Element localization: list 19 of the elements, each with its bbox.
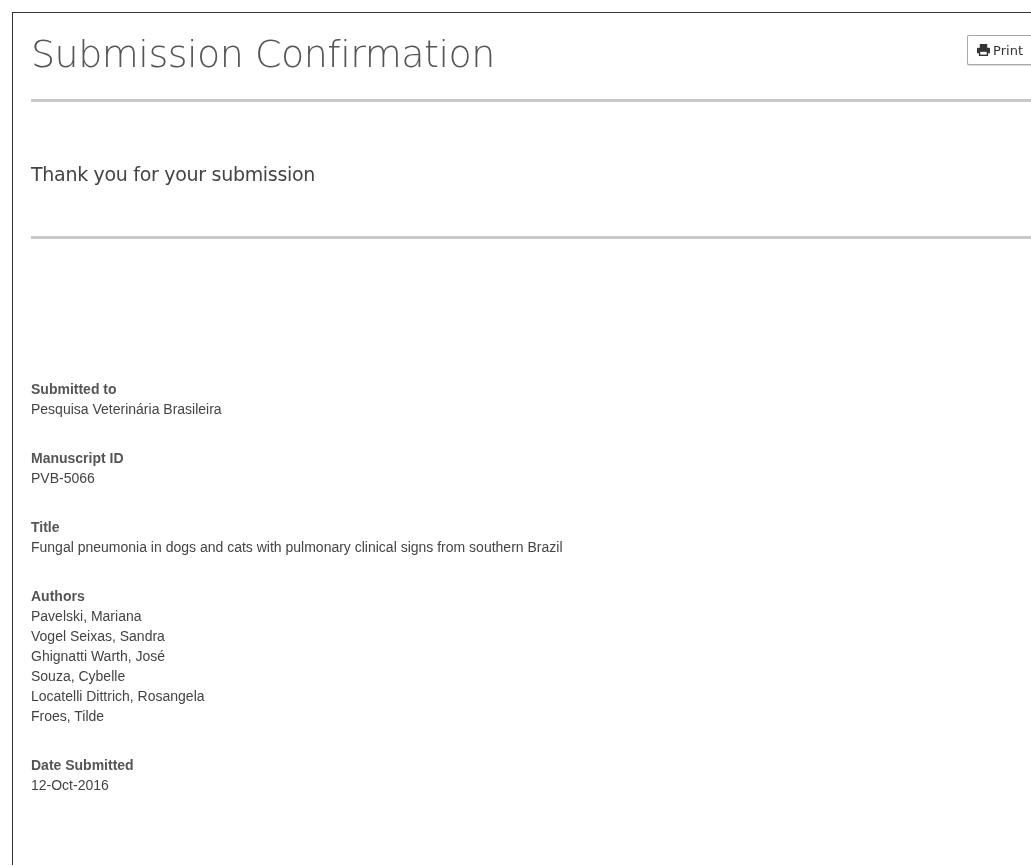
field-label: Submitted to bbox=[31, 380, 118, 399]
field-value: Ghignatti Warth, José bbox=[31, 647, 167, 666]
field-value: Souza, Cybelle bbox=[31, 667, 127, 686]
printer-icon bbox=[977, 44, 991, 56]
field-label: Date Submitted bbox=[31, 756, 135, 775]
thank-you-message: Thank you for your submission bbox=[31, 162, 317, 187]
field-value: Pavelski, Mariana bbox=[31, 607, 143, 626]
field-label: Title bbox=[31, 518, 61, 537]
field-label: Manuscript ID bbox=[31, 449, 125, 468]
field-value: Pesquisa Veterinária Brasileira bbox=[31, 400, 223, 419]
field-value: Froes, Tilde bbox=[31, 707, 106, 726]
print-button[interactable]: Print bbox=[967, 35, 1031, 65]
field-label: Authors bbox=[31, 587, 86, 606]
field-value: 12-Oct-2016 bbox=[31, 776, 110, 795]
field-value: PVB-5066 bbox=[31, 469, 96, 488]
field-value: Vogel Seixas, Sandra bbox=[31, 627, 166, 646]
field-value: Locatelli Dittrich, Rosangela bbox=[31, 687, 206, 706]
field-value: Fungal pneumonia in dogs and cats with pulmonary clinical signs from southern Brazil bbox=[31, 538, 564, 557]
page-title: Submission Confirmation bbox=[31, 31, 495, 78]
